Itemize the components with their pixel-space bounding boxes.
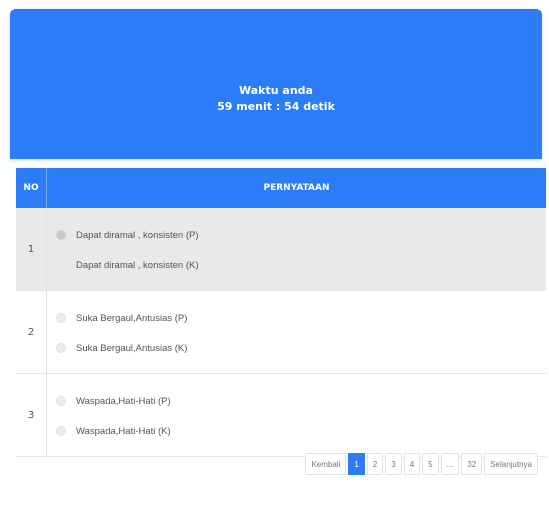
option-label: Dapat diramal , konsisten (K): [76, 259, 199, 271]
answer-option[interactable]: Waspada,Hati-Hati (K): [47, 416, 546, 446]
radio-button[interactable]: [56, 426, 66, 436]
next-page-button[interactable]: Selanjutnya: [484, 453, 538, 475]
page-button-3[interactable]: 3: [385, 453, 402, 475]
radio-button[interactable]: [56, 343, 66, 353]
radio-button[interactable]: [56, 230, 66, 240]
header-no: NO: [16, 168, 47, 208]
pagination: Kembali 1 2 3 4 5 ... 32 Selanjutnya: [305, 453, 538, 475]
option-label: Waspada,Hati-Hati (K): [76, 425, 171, 437]
page-button-5[interactable]: 5: [422, 453, 439, 475]
page-button-1[interactable]: 1: [348, 453, 365, 475]
answer-option[interactable]: Waspada,Hati-Hati (P): [47, 386, 546, 416]
answer-option[interactable]: Dapat diramal , konsisten (P): [47, 220, 546, 250]
page-button-4[interactable]: 4: [403, 453, 421, 475]
radio-button[interactable]: [56, 313, 66, 323]
option-label: Dapat diramal , konsisten (P): [76, 229, 199, 241]
option-label: Suka Bergaul,Antusias (P): [76, 312, 188, 324]
row-number: 2: [16, 291, 47, 373]
option-label: Waspada,Hati-Hati (P): [76, 395, 171, 407]
table-header: NO PERNYATAAN: [16, 168, 546, 208]
option-label: Suka Bergaul,Antusias (K): [76, 342, 188, 354]
page-button-2[interactable]: 2: [366, 453, 384, 475]
answer-option[interactable]: Suka Bergaul,Antusias (P): [47, 303, 546, 333]
table-row: 1 Dapat diramal , konsisten (P) Dapat di…: [16, 208, 546, 291]
page-ellipsis: ...: [440, 453, 460, 475]
row-number: 1: [16, 208, 47, 290]
answer-option[interactable]: Dapat diramal , konsisten (K): [47, 250, 546, 280]
answer-option[interactable]: Suka Bergaul,Antusias (K): [47, 333, 546, 363]
header-statement: PERNYATAAN: [263, 183, 330, 193]
radio-button[interactable]: [56, 396, 66, 406]
page-button-32[interactable]: 32: [461, 453, 483, 475]
timer-label: Waktu anda: [239, 83, 313, 97]
timer-remaining: 59 menit : 54 detik: [217, 99, 335, 113]
table-row: 3 Waspada,Hati-Hati (P) Waspada,Hati-Hat…: [16, 374, 546, 457]
questions-table: NO PERNYATAAN 1 Dapat diramal , konsiste…: [16, 168, 546, 457]
table-row: 2 Suka Bergaul,Antusias (P) Suka Bergaul…: [16, 291, 546, 374]
prev-page-button[interactable]: Kembali: [305, 453, 347, 475]
row-number: 3: [16, 374, 47, 456]
timer-panel: Waktu anda 59 menit : 54 detik: [10, 9, 542, 159]
